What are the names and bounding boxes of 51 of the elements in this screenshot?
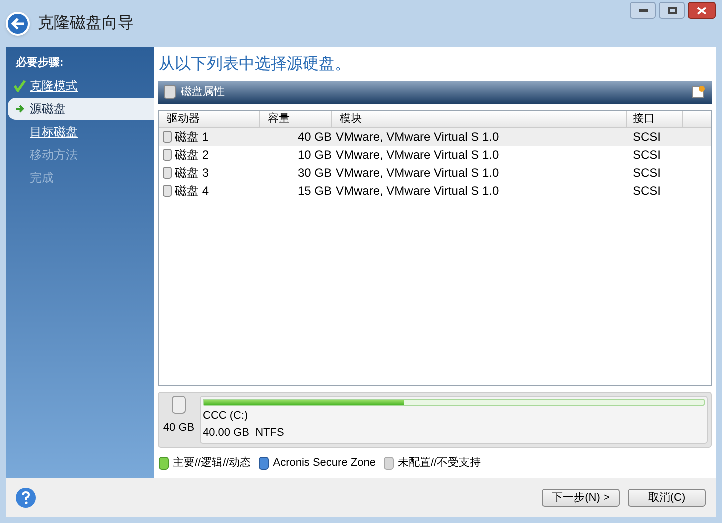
table-cell-text: 15 GB [296, 183, 332, 200]
help-icon[interactable] [16, 488, 36, 508]
table-cell-text: SCSI [632, 147, 662, 164]
table-cell-text: 30 GB [296, 165, 332, 182]
legend-swatch [384, 456, 394, 470]
table-cell: 磁盘 2 [159, 146, 260, 164]
check-icon [14, 80, 26, 92]
legend-swatch [159, 456, 169, 470]
sidebar-step[interactable]: 克隆模式 [8, 75, 154, 97]
close-icon [697, 6, 707, 14]
minimize-button[interactable] [630, 2, 656, 19]
table-row[interactable]: 磁盘 1 40 GB VMware, VMware Virtual S 1.0 SCSI [159, 128, 711, 146]
toolbar-label: 磁盘属性 [181, 85, 225, 100]
page-heading: 从以下列表中选择源硬盘。 [158, 54, 352, 75]
partition-block[interactable]: CCC (C:) 40.00 GB NTFS [200, 396, 708, 444]
wizard-button[interactable]: 下一步(N) > [542, 488, 620, 506]
sidebar-step: 完成 [8, 167, 154, 189]
column-header[interactable]: 接口 [627, 111, 683, 128]
arrow-icon [14, 103, 26, 115]
window-title: 克隆磁盘向导 [38, 14, 134, 34]
back-arrow-icon [11, 18, 25, 30]
table-cell: 磁盘 1 [159, 128, 260, 146]
table-cell-text: SCSI [632, 183, 662, 200]
legend-swatch [259, 456, 270, 470]
legend-label: 主要//逻辑//动态 [173, 456, 252, 471]
table-cell-text: VMware, VMware Virtual S 1.0 [335, 165, 500, 182]
disk-size: 40 GB [163, 420, 195, 436]
sidebar-heading: 必要步骤: [15, 56, 65, 71]
properties-icon[interactable] [692, 85, 706, 100]
column-header[interactable]: 容量 [260, 111, 332, 128]
sidebar-step[interactable]: 源磁盘 [8, 98, 155, 120]
table-cell-text: VMware, VMware Virtual S 1.0 [335, 129, 500, 146]
table-cell-text: 10 GB [296, 147, 332, 164]
close-button[interactable] [688, 2, 716, 19]
table-cell: 磁盘 4 [159, 182, 260, 200]
partition-detail: 40.00 GB NTFS [203, 426, 286, 441]
legend-label: 未配置//不受支持 [398, 456, 482, 471]
sidebar-step: 移动方法 [8, 144, 154, 166]
table-cell-text: SCSI [632, 165, 662, 182]
column-header[interactable]: 模块 [332, 111, 627, 128]
legend-label: Acronis Secure Zone [273, 456, 376, 471]
table-cell-text: 40 GB [296, 129, 332, 146]
partition-name: CCC (C:) [203, 409, 250, 424]
column-header[interactable]: 驱动器 [159, 111, 260, 128]
table-cell-text: SCSI [632, 129, 662, 146]
wizard-button[interactable]: 取消(C) [628, 488, 706, 506]
table-cell-text: VMware, VMware Virtual S 1.0 [335, 183, 500, 200]
back-button[interactable] [6, 12, 30, 36]
table-cell-text: VMware, VMware Virtual S 1.0 [335, 147, 500, 164]
table-cell: 磁盘 3 [159, 164, 260, 182]
maximize-button[interactable] [659, 2, 685, 19]
